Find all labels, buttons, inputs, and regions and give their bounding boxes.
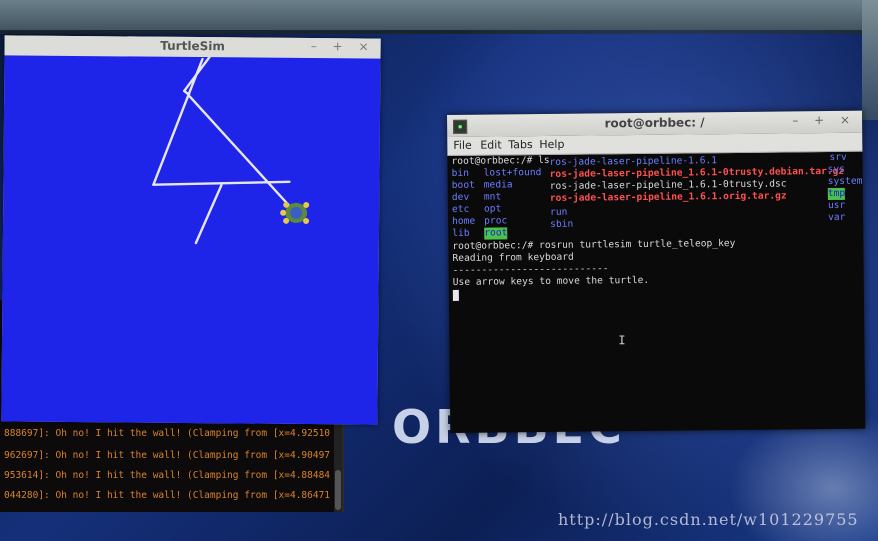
terminal-line: root@orbbec:/# ls [451,154,550,167]
window-controls[interactable]: – + × [311,39,375,54]
monitor-bezel-top [0,0,878,34]
ls-entry: media [483,179,513,191]
ls-entry: sbin [550,218,574,230]
terminal-window[interactable]: ▪ root@orbbec: / – + × File Edit Tabs He… [447,110,866,433]
log-line: 953614]: Oh no! I hit the wall! (Clampin… [4,470,331,481]
text-cursor [452,289,459,301]
menu-file[interactable]: File [453,139,472,152]
window-controls[interactable]: – + × [792,113,856,128]
ls-entry: usr [827,199,846,212]
terminal-line: Use arrow keys to move the turtle. [452,274,650,288]
menu-tabs[interactable]: Tabs [508,138,532,151]
ls-entry: root [484,227,508,240]
ls-entry: var [828,211,846,224]
terminal-line: Reading from keyboard [452,251,574,264]
ls-entry: system [827,175,863,188]
menu-edit[interactable]: Edit [480,138,501,151]
ls-entry: proc [484,215,508,227]
terminal-output[interactable]: root@orbbec:/# ls bin boot dev etc home … [451,151,862,428]
terminal-line: root@orbbec:/# rosrun turtlesim turtle_t… [452,237,736,252]
menu-help[interactable]: Help [539,138,564,151]
turtle-icon [280,201,310,225]
turtlesim-canvas [1,55,381,425]
ls-entry: lib [452,227,470,239]
ls-entry: bin [451,167,469,179]
ls-entry: ros-jade-laser-pipeline_1.6.1.orig.tar.g… [549,190,787,204]
mouse-ibeam-cursor-icon: I [618,333,626,348]
log-line: 962697]: Oh no! I hit the wall! (Clampin… [4,450,331,461]
ls-entry: run [549,206,568,218]
ls-entry: boot [451,179,475,191]
log-line: 044280]: Oh no! I hit the wall! (Clampin… [4,490,331,501]
log-line: 888697]: Oh no! I hit the wall! (Clampin… [4,428,331,439]
blog-watermark: http://blog.csdn.net/w101229755 [558,510,859,529]
ls-entry: etc [451,203,470,215]
ls-entry: opt [483,203,502,215]
ls-entry: srv [829,151,847,163]
ls-entry: tmp [827,187,846,200]
ls-entry: home [452,215,476,227]
log-scrollbar-thumb[interactable] [335,470,341,510]
ls-entry: dev [451,191,470,203]
ls-entry: lost+found [483,167,542,179]
ls-entry: mnt [483,191,502,203]
ls-entry: sys [827,163,845,176]
turtle-trail-drawing [152,55,310,245]
turtlesim-window[interactable]: TurtleSim – + × [1,35,381,425]
